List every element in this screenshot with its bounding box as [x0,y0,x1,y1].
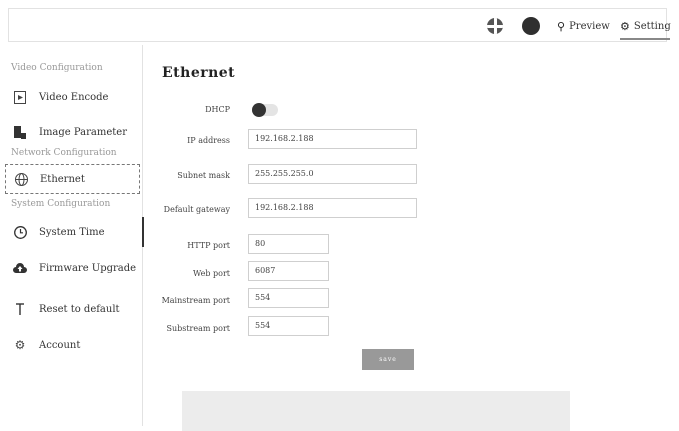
dhcp-toggle[interactable] [252,103,278,117]
sidebar-item-image-parameter[interactable]: Image Parameter [5,117,142,147]
sidebar-item-label: System Time [39,226,105,238]
nav-setting[interactable]: ⚙ Setting [620,18,671,34]
substream-port-input[interactable]: 554 [248,316,329,336]
sidebar: Video Configuration Video Encode Image P… [5,45,144,426]
globe-icon [14,172,28,186]
ip-address-label: IP address [187,136,230,145]
user-avatar[interactable] [522,17,540,35]
substream-port-label: Substream port [166,324,230,333]
page-title: Ethernet [162,65,236,81]
sidebar-item-label: Reset to default [39,303,120,315]
subnet-mask-label: Subnet mask [177,171,230,180]
gear-icon: ⚙ [14,338,26,352]
subnet-mask-input[interactable]: 255.255.255.0 [248,164,417,184]
image-parameter-icon [13,125,27,139]
default-gateway-label: Default gateway [163,205,230,214]
mainstream-port-label: Mainstream port [161,296,230,305]
nav-preview[interactable]: ⚲ Preview [557,18,610,34]
section-video-configuration: Video Configuration [11,63,103,73]
cloud-upload-icon [13,261,27,275]
reset-icon [13,302,27,316]
nav-setting-label: Setting [633,20,671,32]
sidebar-item-video-encode[interactable]: Video Encode [5,82,142,112]
clock-icon [13,225,27,239]
default-gateway-input[interactable]: 192.168.2.188 [248,198,417,218]
sidebar-item-label: Account [39,339,81,351]
main-panel: Ethernet DHCP IP address 192.168.2.188 S… [144,45,665,431]
sidebar-item-label: Image Parameter [39,126,127,138]
video-encode-icon [13,90,27,104]
active-tab-underline [620,38,670,40]
language-flag-icon[interactable] [487,18,503,34]
gear-icon: ⚙ [620,19,630,33]
section-network-configuration: Network Configuration [11,148,117,158]
sidebar-item-ethernet[interactable]: Ethernet [5,164,140,194]
location-pin-icon: ⚲ [557,19,566,33]
content-placeholder-panel [182,391,570,431]
sidebar-item-firmware-upgrade[interactable]: Firmware Upgrade [5,253,142,283]
save-button[interactable]: save [362,349,414,370]
web-port-input[interactable]: 6087 [248,261,329,281]
sidebar-item-label: Video Encode [39,91,109,103]
toggle-knob [252,103,266,117]
sidebar-item-label: Firmware Upgrade [39,262,137,274]
http-port-input[interactable]: 80 [248,234,329,254]
sidebar-item-label: Ethernet [40,173,85,185]
section-system-configuration: System Configuration [11,199,111,209]
mainstream-port-input[interactable]: 554 [248,288,329,308]
web-port-label: Web port [193,269,230,278]
http-port-label: HTTP port [187,241,230,250]
sidebar-item-account[interactable]: ⚙ Account [5,330,142,360]
sidebar-item-reset-to-default[interactable]: Reset to default [5,294,142,324]
ip-address-input[interactable]: 192.168.2.188 [248,129,417,149]
sidebar-item-system-time[interactable]: System Time [5,217,144,247]
dhcp-label: DHCP [205,105,230,114]
top-bar: ⚲ Preview ⚙ Setting [8,8,671,42]
nav-preview-label: Preview [569,20,610,32]
